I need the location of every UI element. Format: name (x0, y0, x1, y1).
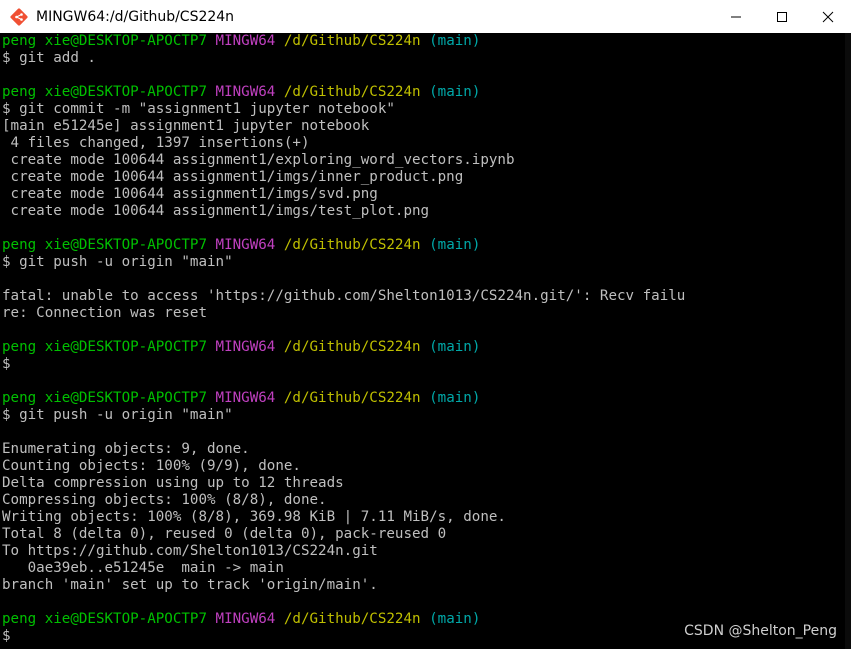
prompt-path: /d/Github/CS224n (283, 237, 421, 253)
git-bash-icon (10, 7, 28, 26)
terminal-line: $ git add . (2, 50, 96, 66)
prompt-user: peng xie@DESKTOP-APOCTP7 (2, 33, 207, 49)
terminal-line: 4 files changed, 1397 insertions(+) (2, 135, 310, 151)
terminal-line: Total 8 (delta 0), reused 0 (delta 0), p… (2, 526, 447, 542)
prompt-user: peng xie@DESKTOP-APOCTP7 (2, 390, 207, 406)
title-bar: MINGW64:/d/Github/CS224n (0, 0, 851, 34)
close-button[interactable] (805, 0, 851, 33)
terminal-line: Writing objects: 100% (8/8), 369.98 KiB … (2, 509, 506, 525)
prompt-line: peng xie@DESKTOP-APOCTP7 MINGW64 /d/Gith… (0, 84, 845, 101)
terminal-line: create mode 100644 assignment1/exploring… (2, 152, 515, 168)
prompt-branch: (main) (429, 237, 481, 253)
prompt-user: peng xie@DESKTOP-APOCTP7 (2, 339, 207, 355)
prompt-line: peng xie@DESKTOP-APOCTP7 MINGW64 /d/Gith… (0, 390, 845, 407)
terminal-line: Compressing objects: 100% (8/8), done. (2, 492, 327, 508)
prompt-branch: (main) (429, 33, 481, 49)
maximize-button[interactable] (759, 0, 805, 33)
terminal-line: Counting objects: 100% (9/9), done. (2, 458, 301, 474)
prompt-path: /d/Github/CS224n (283, 84, 421, 100)
prompt-user: peng xie@DESKTOP-APOCTP7 (2, 84, 207, 100)
window-title: MINGW64:/d/Github/CS224n (36, 8, 235, 25)
terminal-line: To https://github.com/Shelton1013/CS224n… (2, 543, 378, 559)
prompt-branch: (main) (429, 339, 481, 355)
close-icon (822, 11, 834, 22)
prompt-branch: (main) (429, 390, 481, 406)
prompt-host: MINGW64 (215, 33, 276, 49)
terminal-output[interactable]: peng xie@DESKTOP-APOCTP7 MINGW64 /d/Gith… (0, 33, 845, 649)
terminal-line: create mode 100644 assignment1/imgs/inne… (2, 169, 464, 185)
prompt-host: MINGW64 (215, 84, 276, 100)
minimize-button[interactable] (713, 0, 759, 33)
prompt-user: peng xie@DESKTOP-APOCTP7 (2, 237, 207, 253)
maximize-icon (777, 11, 787, 22)
prompt-host: MINGW64 (215, 611, 276, 627)
terminal-line: create mode 100644 assignment1/imgs/svd.… (2, 186, 378, 202)
watermark: CSDN @Shelton_Peng (684, 623, 837, 639)
prompt-path: /d/Github/CS224n (283, 390, 421, 406)
prompt-path: /d/Github/CS224n (283, 611, 421, 627)
prompt-line: peng xie@DESKTOP-APOCTP7 MINGW64 /d/Gith… (0, 339, 845, 356)
prompt-line: peng xie@DESKTOP-APOCTP7 MINGW64 /d/Gith… (0, 237, 845, 254)
prompt-branch: (main) (429, 611, 481, 627)
prompt-path: /d/Github/CS224n (283, 33, 421, 49)
scrollbar[interactable] (845, 33, 851, 649)
terminal-line: [main e51245e] assignment1 jupyter noteb… (2, 118, 370, 134)
terminal-line: fatal: unable to access 'https://github.… (2, 288, 686, 304)
prompt-line: peng xie@DESKTOP-APOCTP7 MINGW64 /d/Gith… (0, 33, 845, 50)
prompt-host: MINGW64 (215, 237, 276, 253)
terminal-line: re: Connection was reset (2, 305, 207, 321)
prompt-path: /d/Github/CS224n (283, 339, 421, 355)
terminal-line: Enumerating objects: 9, done. (2, 441, 250, 457)
terminal-line: $ git commit -m "assignment1 jupyter not… (2, 101, 395, 117)
prompt-host: MINGW64 (215, 390, 276, 406)
terminal-line: $ (2, 356, 11, 372)
terminal-line: 0ae39eb..e51245e main -> main (2, 560, 284, 576)
terminal-line: $ git push -u origin "main" (2, 254, 233, 270)
terminal-line: $ git push -u origin "main" (2, 407, 233, 423)
window-controls (713, 0, 851, 33)
prompt-branch: (main) (429, 84, 481, 100)
terminal-line: Delta compression using up to 12 threads (2, 475, 344, 491)
prompt-user: peng xie@DESKTOP-APOCTP7 (2, 611, 207, 627)
prompt-host: MINGW64 (215, 339, 276, 355)
terminal-line: branch 'main' set up to track 'origin/ma… (2, 577, 378, 593)
terminal-line: create mode 100644 assignment1/imgs/test… (2, 203, 430, 219)
minimize-icon (731, 16, 741, 17)
